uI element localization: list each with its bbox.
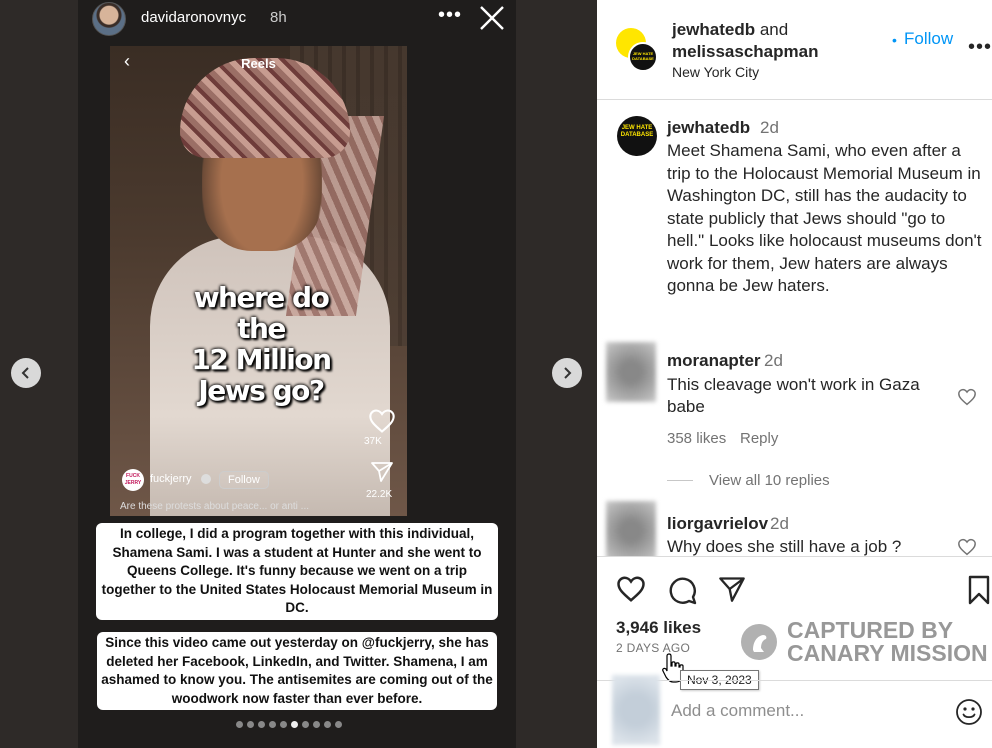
story-progress-dot xyxy=(324,721,331,728)
story-progress-dot xyxy=(302,721,309,728)
story-viewer: davidaronovnyc 8h ••• ‹ Reels where do t… xyxy=(0,0,597,748)
story-more-options-button[interactable]: ••• xyxy=(438,4,462,27)
story-progress-dot xyxy=(258,721,265,728)
next-story-button[interactable] xyxy=(552,358,582,388)
watermark-text: CAPTURED BY CANARY MISSION xyxy=(787,619,988,665)
comment-likes[interactable]: 358 likes xyxy=(667,430,726,447)
comment-icon[interactable] xyxy=(667,575,697,605)
post-location[interactable]: New York City xyxy=(672,64,759,80)
previous-story-button[interactable] xyxy=(11,358,41,388)
reel-header-title: Reels xyxy=(241,56,276,71)
story-username[interactable]: davidaronovnyc xyxy=(141,9,246,26)
canary-bird-icon xyxy=(741,624,777,660)
comment-timestamp: 2d xyxy=(770,514,789,533)
view-replies-button[interactable]: View all 10 replies xyxy=(709,472,830,489)
reel-description: Are these protests about peace... or ant… xyxy=(120,501,309,512)
post-action-bar xyxy=(597,556,992,616)
reel-screenshot: ‹ Reels where do the 12 Million Jews go?… xyxy=(110,46,407,516)
comments-section[interactable]: JEW HATE DATABASE jewhatedb 2d Meet Sham… xyxy=(597,101,992,556)
comment-avatar-blurred[interactable] xyxy=(606,342,656,402)
post-panel: JEW HATE DATABASE jewhatedb and melissas… xyxy=(597,0,992,748)
comment-composer xyxy=(597,675,992,748)
heart-icon[interactable] xyxy=(957,538,977,556)
collab-avatar-2[interactable]: JEW HATE DATABASE xyxy=(628,42,658,72)
replies-divider xyxy=(667,480,693,481)
comment-input[interactable] xyxy=(671,701,941,721)
story-user-avatar[interactable] xyxy=(92,2,126,36)
reel-account-avatar: FUCK JERRY xyxy=(122,469,144,491)
caption-text: Meet Shamena Sami, who even after a trip… xyxy=(667,141,982,295)
story-progress-dot xyxy=(236,721,243,728)
comment-avatar-blurred[interactable] xyxy=(606,501,656,556)
close-icon[interactable] xyxy=(478,4,506,32)
comment-text: Why does she still have a job ? xyxy=(667,537,902,556)
story-progress-dot xyxy=(335,721,342,728)
reel-follow-button: Follow xyxy=(219,471,269,489)
comment-text: This cleavage won't work in Gaza babe xyxy=(667,375,920,416)
current-user-avatar-blurred xyxy=(612,675,660,745)
story-text-box: In college, I did a program together wit… xyxy=(96,523,498,620)
comment-timestamp: 2d xyxy=(764,351,783,370)
reel-caption-line: where do the xyxy=(193,281,330,345)
share-icon[interactable] xyxy=(718,575,746,603)
caption-timestamp: 2d xyxy=(760,118,779,137)
comment-reply-button[interactable]: Reply xyxy=(740,430,778,447)
post-header: JEW HATE DATABASE jewhatedb and melissas… xyxy=(597,0,992,100)
comment-username[interactable]: liorgavrielov xyxy=(667,514,768,534)
story-header: davidaronovnyc 8h ••• xyxy=(92,0,512,36)
verified-badge-icon xyxy=(201,474,211,484)
collab-username-2[interactable]: melissaschapman xyxy=(672,42,818,61)
follow-separator: • xyxy=(892,32,897,48)
reel-share-count: 22.2K xyxy=(366,489,393,500)
reel-caption-line: 12 Million xyxy=(191,343,332,376)
story-progress-dot xyxy=(280,721,287,728)
story-progress-dot xyxy=(247,721,254,728)
story-timestamp: 8h xyxy=(270,9,287,26)
post-likes-count[interactable]: 3,946 likes xyxy=(616,618,701,638)
heart-icon[interactable] xyxy=(957,388,977,406)
canary-bird-glyph xyxy=(753,635,767,652)
reel-like-count: 37K xyxy=(364,436,382,447)
caption-author-avatar[interactable]: JEW HATE DATABASE xyxy=(617,116,657,156)
story-progress-dot xyxy=(313,721,320,728)
heart-icon xyxy=(369,409,395,433)
story-progress-dot xyxy=(269,721,276,728)
watermark-line: CAPTURED BY xyxy=(787,617,954,643)
reel-caption-overlay: where do the 12 Million Jews go? xyxy=(166,282,356,406)
story-progress-dots xyxy=(236,721,342,731)
more-options-button[interactable]: ••• xyxy=(968,36,992,59)
story-text-box: Since this video came out yesterday on @… xyxy=(97,632,497,710)
share-icon xyxy=(371,462,393,482)
collab-usernames: jewhatedb and melissaschapman xyxy=(672,19,818,63)
caption-username[interactable]: jewhatedb xyxy=(667,118,750,138)
reel-account-name: fuckjerry xyxy=(150,473,192,485)
bookmark-icon[interactable] xyxy=(967,575,991,605)
collab-and-text: and xyxy=(755,20,789,39)
follow-button[interactable]: Follow xyxy=(904,29,953,49)
chevron-right-icon xyxy=(564,367,572,379)
story-progress-dot xyxy=(291,721,298,728)
heart-icon[interactable] xyxy=(616,575,646,603)
watermark-line: CANARY MISSION xyxy=(787,640,988,666)
emoji-icon[interactable] xyxy=(955,698,983,726)
reel-caption-line: Jews go? xyxy=(198,374,325,407)
comment-username[interactable]: moranapter xyxy=(667,351,761,371)
collab-username-1[interactable]: jewhatedb xyxy=(672,20,755,39)
chevron-left-icon xyxy=(21,367,29,379)
